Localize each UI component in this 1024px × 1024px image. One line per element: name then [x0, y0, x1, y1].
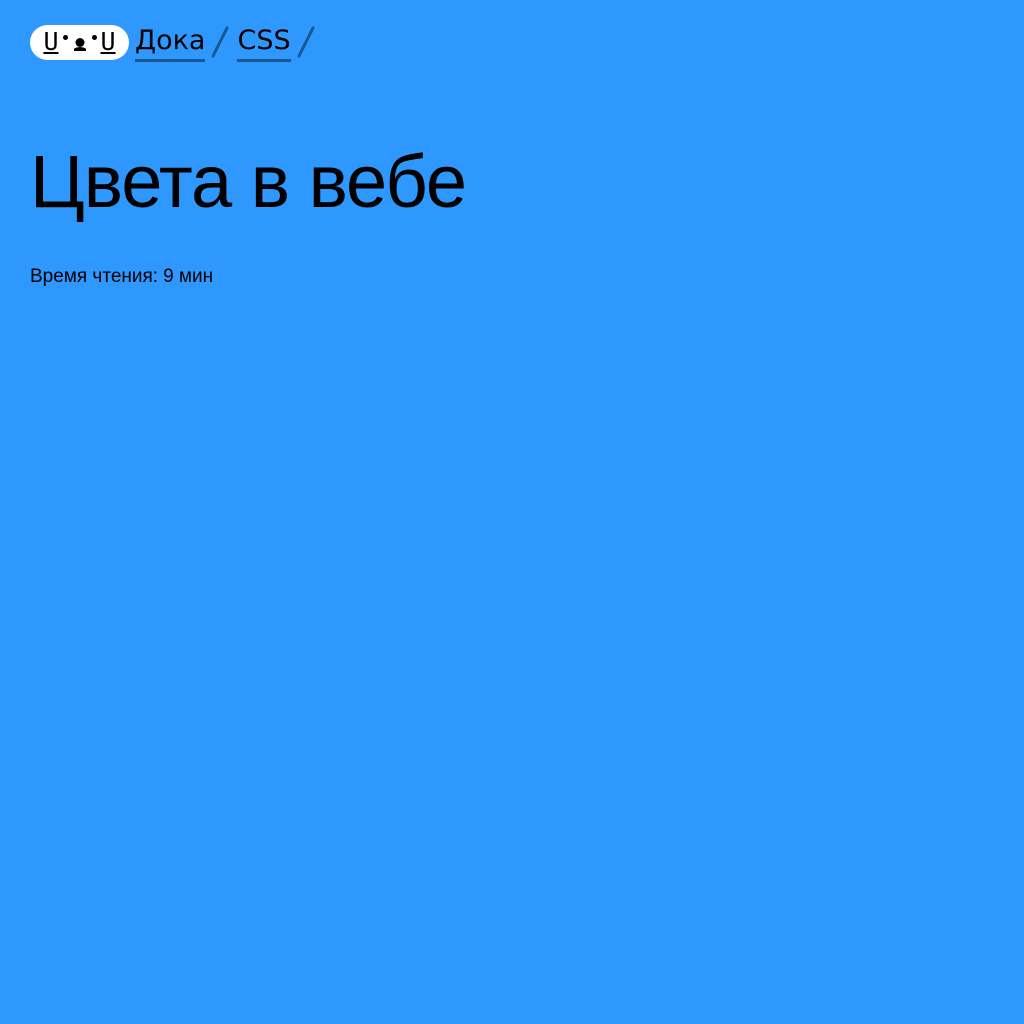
breadcrumb-doka-link[interactable]: Дока: [135, 27, 206, 62]
reading-time-label: Время чтения:: [30, 266, 159, 287]
top-navigation: U U Дока CSS: [30, 22, 323, 62]
logo-nose-icon: [73, 37, 86, 51]
slash-separator-icon: [207, 22, 235, 62]
breadcrumb-css-link[interactable]: CSS: [237, 27, 291, 62]
breadcrumb: Дока CSS: [135, 22, 323, 62]
reading-time-value: 9 мин: [163, 266, 214, 287]
logo-home-link[interactable]: U U: [30, 24, 129, 60]
logo-right-ear-text: U: [100, 27, 116, 56]
reading-time: Время чтения: 9 мин: [30, 266, 213, 289]
page-title: Цвета в вебе: [30, 140, 467, 223]
dog-face-logo-icon: U U: [43, 29, 115, 54]
logo-right-eye-icon: [91, 35, 97, 40]
logo-left-eye-icon: [62, 35, 68, 40]
logo-left-ear-text: U: [43, 27, 59, 56]
slash-separator-icon: [293, 22, 321, 62]
